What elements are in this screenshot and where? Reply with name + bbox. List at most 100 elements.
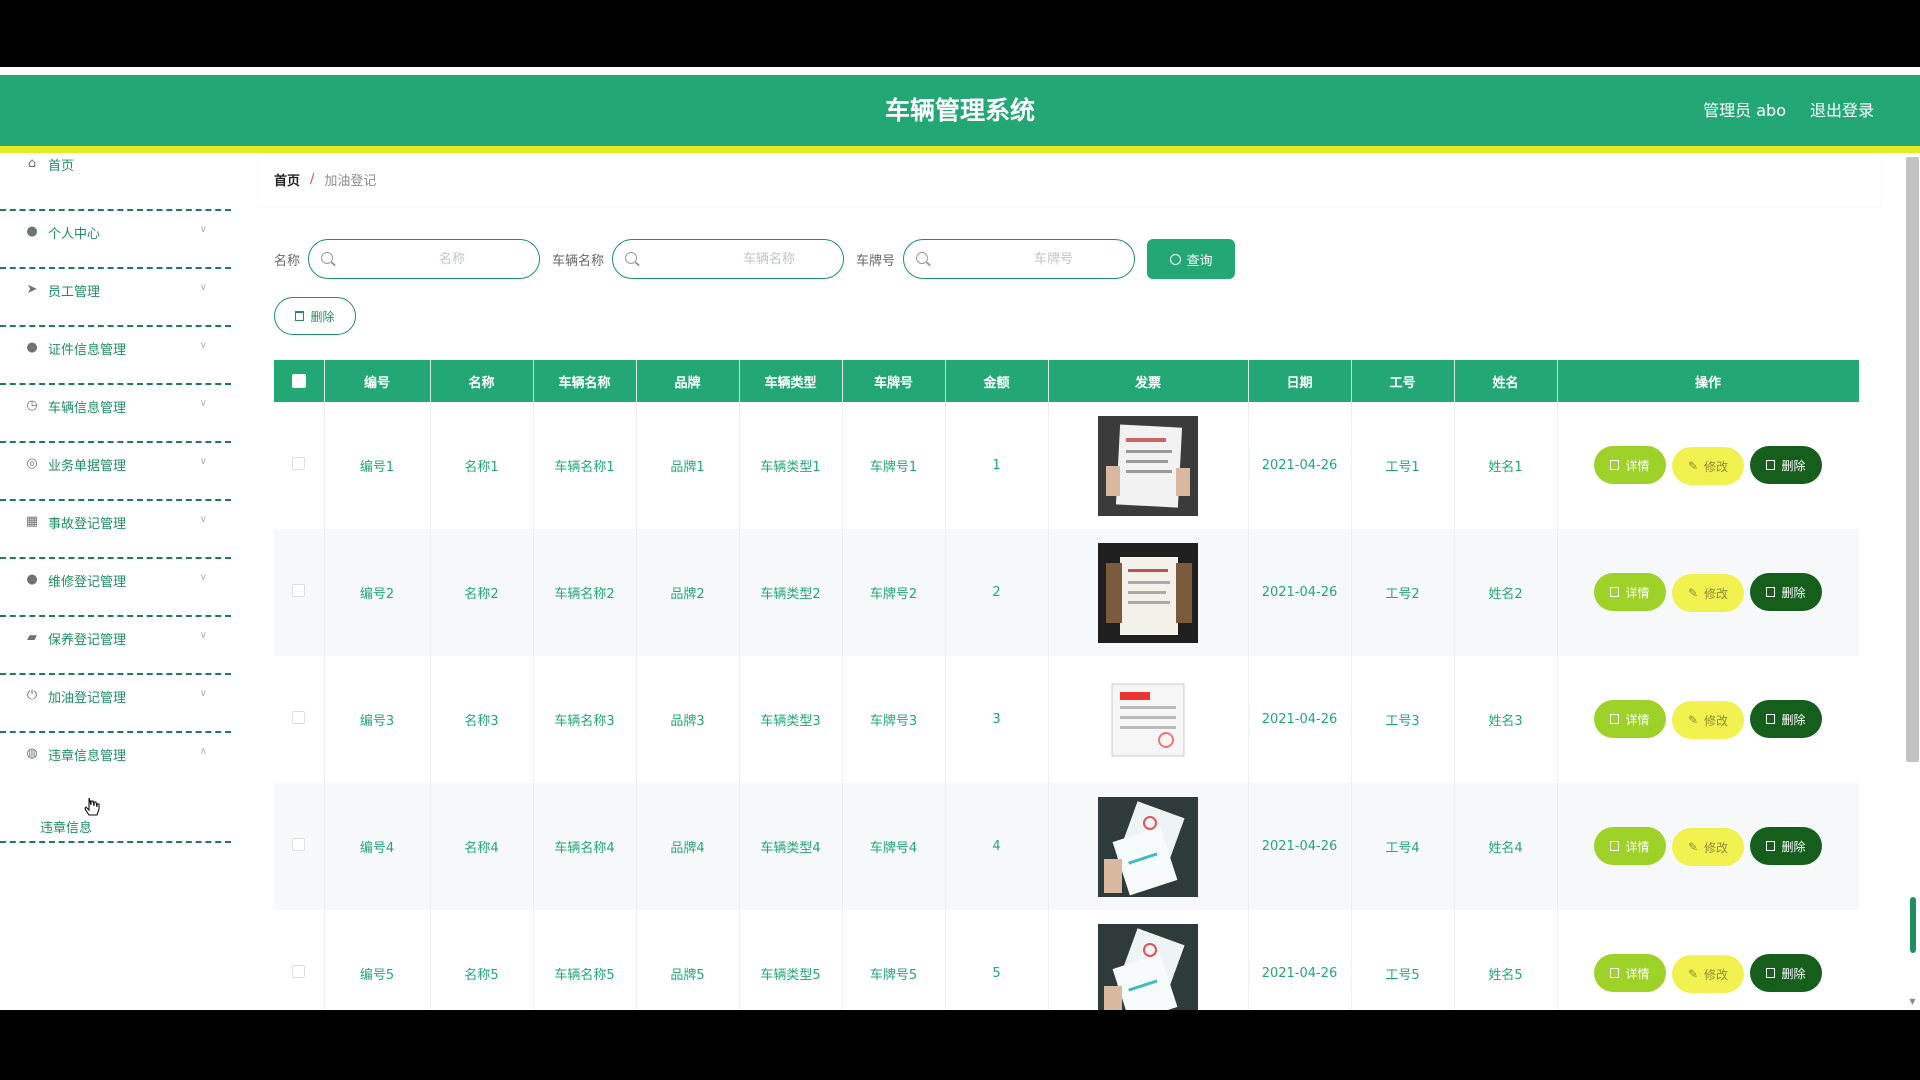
invoice-image[interactable]: [1098, 923, 1198, 1010]
column-header[interactable]: 日期: [1248, 360, 1352, 402]
cell-emp: 工号1: [1351, 402, 1455, 529]
sidebar-item-refuel[interactable]: ⏻ 加油登记管理 ∨: [0, 675, 231, 733]
plate-search-input[interactable]: [904, 240, 1135, 278]
row-checkbox[interactable]: [292, 711, 306, 724]
row-checkbox[interactable]: [292, 457, 306, 470]
table-row: 编号3 名称3 车辆名称3 品牌3 车辆类型3 车牌号3 3 2021-04-26 工号3 姓名3…: [274, 656, 1859, 783]
select-all-checkbox[interactable]: [291, 374, 306, 388]
scroll-down-arrow-icon[interactable]: ▼: [1906, 997, 1919, 1007]
sidebar-item-certificates[interactable]: ● 证件信息管理 ∨: [0, 327, 231, 385]
row-checkbox[interactable]: [292, 584, 306, 597]
batch-delete-button[interactable]: 删除: [274, 297, 356, 335]
cell-emp: 工号4: [1351, 783, 1455, 910]
detail-button[interactable]: 详情: [1594, 573, 1666, 611]
sidebar-item-label: 维修登记管理: [48, 574, 127, 590]
name-search-input[interactable]: [309, 240, 540, 278]
edit-button[interactable]: ✎ 修改: [1672, 574, 1744, 612]
sidebar-item-profile[interactable]: ● 个人中心 ∨: [0, 211, 231, 269]
cell-vehicle: 车辆名称2: [533, 529, 637, 656]
sidebar-item-accidents[interactable]: ▦ 事故登记管理 ∨: [0, 501, 231, 559]
cell-plate: 车牌号4: [842, 783, 946, 910]
cell-date: 2021-04-26: [1248, 910, 1352, 1010]
table-row: 编号4 名称4 车辆名称4 品牌4 车辆类型4 车牌号4 4 2021-04-26 工号4 姓名4…: [274, 783, 1859, 910]
sidebar-item-violations[interactable]: ◍ 违章信息管理 ∧ 违章信息: [0, 733, 231, 843]
app-title: 车辆管理系统: [884, 96, 1035, 125]
sidebar-item-label: 业务单据管理: [48, 458, 127, 474]
edit-button[interactable]: ✎ 修改: [1672, 701, 1744, 739]
delete-button[interactable]: 删除: [1750, 827, 1822, 865]
column-header[interactable]: 金额: [945, 360, 1049, 402]
vehicle-name-label: 车辆名称: [552, 253, 605, 269]
invoice-image[interactable]: [1098, 796, 1198, 897]
sidebar-item-vehicles[interactable]: ◷ 车辆信息管理 ∨: [0, 385, 231, 443]
batch-delete-label: 删除: [310, 309, 335, 324]
cell-id: 编号2: [324, 529, 431, 656]
cell-amount: 2: [945, 529, 1049, 656]
chevron-down-icon: ∨: [199, 572, 207, 583]
edit-button-label: 修改: [1704, 967, 1729, 982]
chevron-down-icon: ∨: [199, 630, 207, 641]
row-checkbox[interactable]: [292, 838, 306, 851]
chevron-down-icon: ∨: [199, 514, 207, 525]
cell-id: 编号1: [324, 402, 431, 529]
trash-icon: [295, 311, 305, 321]
cell-id: 编号3: [324, 656, 431, 783]
cell-actions: 详情 ✎ 修改 删除: [1557, 910, 1859, 1010]
sidebar-item-label: 个人中心: [48, 226, 101, 242]
sidebar-item-label: 违章信息管理: [48, 748, 127, 764]
column-header[interactable]: 车牌号: [842, 360, 946, 402]
cell-date: 2021-04-26: [1248, 656, 1352, 783]
invoice-image[interactable]: [1098, 542, 1198, 643]
table-row: 编号5 名称5 车辆名称5 品牌5 车辆类型5 车牌号5 5 2021-04-26 工号5 姓名5…: [274, 910, 1859, 1010]
delete-button[interactable]: 删除: [1750, 573, 1822, 611]
breadcrumb-home[interactable]: 首页: [274, 170, 300, 189]
sidebar-item-staff[interactable]: ➤ 员工管理 ∨: [0, 269, 231, 327]
query-button[interactable]: 查询: [1147, 239, 1236, 279]
column-header[interactable]: 工号: [1351, 360, 1455, 402]
search-icon: [1169, 253, 1181, 265]
sidebar-item-maintenance[interactable]: ▰ 保养登记管理 ∨: [0, 617, 231, 675]
page-scrollbar-indicator[interactable]: [1910, 897, 1916, 953]
edit-button[interactable]: ✎ 修改: [1672, 955, 1744, 993]
cell-name: 名称1: [430, 402, 534, 529]
cell-emp: 工号3: [1351, 656, 1455, 783]
cell-brand: 品牌5: [636, 910, 740, 1010]
invoice-image[interactable]: [1098, 669, 1198, 770]
delete-button[interactable]: 删除: [1750, 954, 1822, 992]
column-header[interactable]: 姓名: [1454, 360, 1558, 402]
pencil-icon: ✎: [1687, 967, 1699, 981]
column-header[interactable]: 名称: [430, 360, 534, 402]
refuel-table: 编号 名称 车辆名称 品牌 车辆类型 车牌号 金额 发票 日期 工号 姓名 操作: [274, 360, 1859, 1010]
detail-button-label: 详情: [1625, 585, 1650, 600]
cell-plate: 车牌号1: [842, 402, 946, 529]
column-header[interactable]: 车辆名称: [533, 360, 637, 402]
column-header[interactable]: 编号: [324, 360, 431, 402]
column-header[interactable]: 车辆类型: [739, 360, 843, 402]
edit-button-label: 修改: [1704, 459, 1729, 474]
compass-icon: ◎: [26, 456, 38, 471]
cell-type: 车辆类型1: [739, 402, 843, 529]
edit-button[interactable]: ✎ 修改: [1672, 447, 1744, 485]
detail-button[interactable]: 详情: [1594, 954, 1666, 992]
app-window: 车辆管理系统 管理员 abo 退出登录 ⌂ 首页 ● 个人中心 ∨ ➤ 员工管理 ∨ …: [0, 67, 1920, 1010]
sidebar-item-business[interactable]: ◎ 业务单据管理 ∨: [0, 443, 231, 501]
sidebar-item-home[interactable]: ⌂ 首页: [0, 153, 231, 211]
document-icon: [1610, 968, 1620, 978]
invoice-image[interactable]: [1098, 415, 1198, 516]
logout-link[interactable]: 退出登录: [1810, 75, 1874, 146]
plate-search-box: [903, 239, 1136, 279]
delete-button[interactable]: 删除: [1750, 700, 1822, 738]
sidebar-subitem-violation-info[interactable]: 违章信息: [40, 817, 92, 836]
detail-button[interactable]: 详情: [1594, 700, 1666, 738]
delete-button[interactable]: 删除: [1750, 446, 1822, 484]
edit-button[interactable]: ✎ 修改: [1672, 828, 1744, 866]
search-bar: 名称 车辆名称 车牌号 查询: [274, 239, 1236, 279]
row-checkbox[interactable]: [292, 965, 306, 978]
sidebar-item-repairs[interactable]: ● 维修登记管理 ∨: [0, 559, 231, 617]
cell-vehicle: 车辆名称1: [533, 402, 637, 529]
page-scrollbar-thumb[interactable]: [1906, 157, 1919, 762]
detail-button[interactable]: 详情: [1594, 446, 1666, 484]
vehicle-search-input[interactable]: [613, 240, 844, 278]
column-header[interactable]: 品牌: [636, 360, 740, 402]
detail-button[interactable]: 详情: [1594, 827, 1666, 865]
